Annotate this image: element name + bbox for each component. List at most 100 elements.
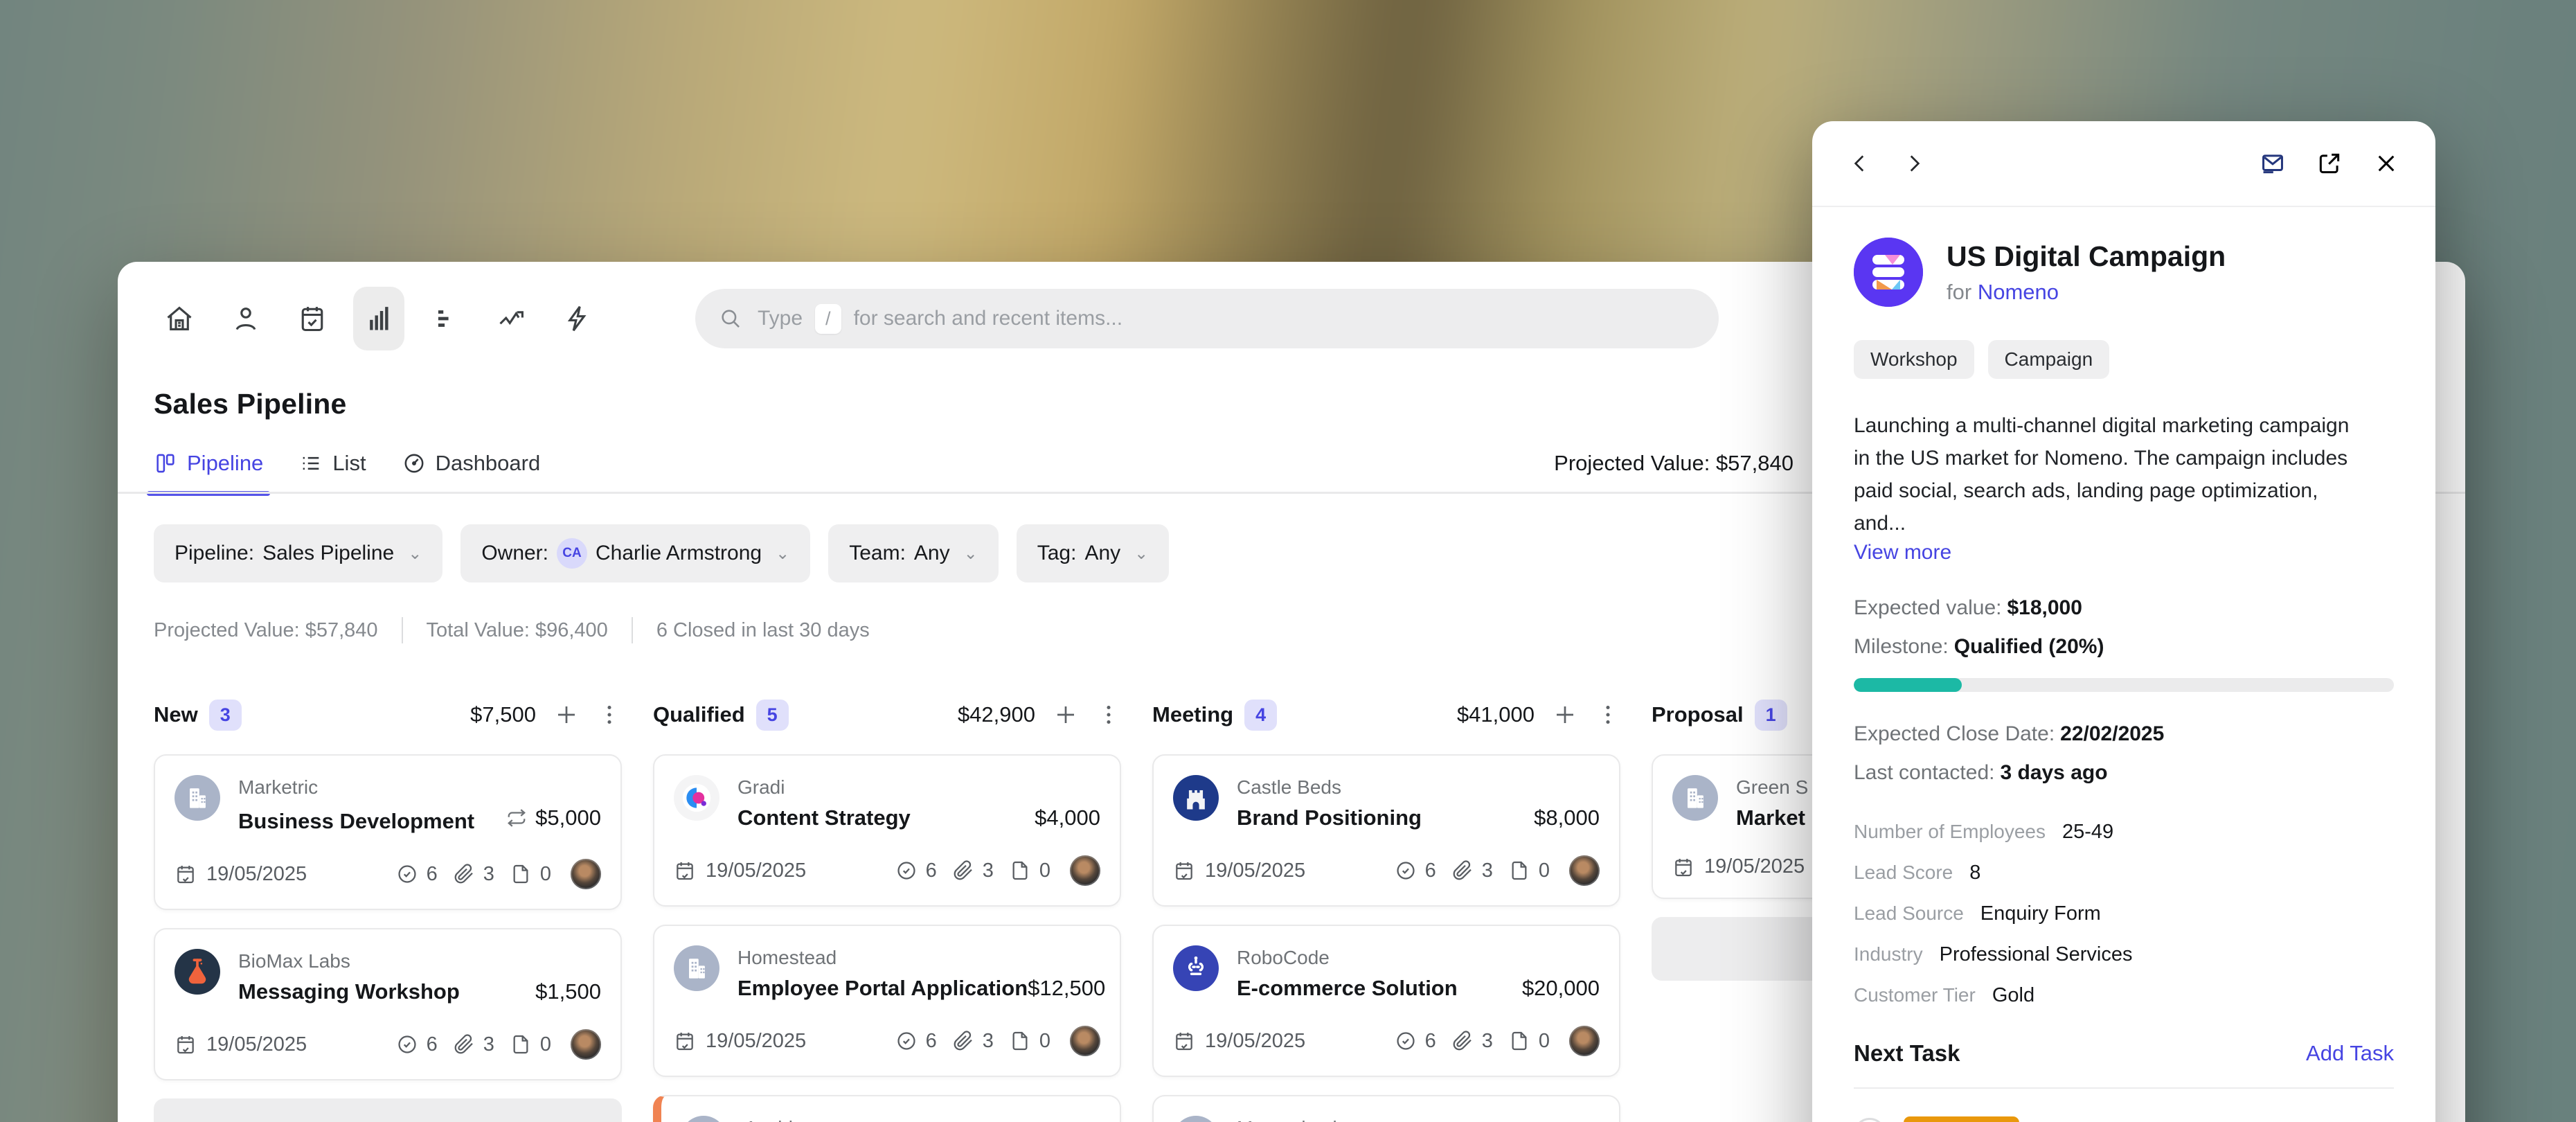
- company-name: Marketric: [238, 776, 601, 799]
- column-count-badge: 5: [756, 700, 789, 731]
- due-date: 19/05/2025: [1173, 1030, 1305, 1053]
- attribute-row: Industry Professional Services: [1854, 943, 2394, 966]
- filter-tag[interactable]: Tag: Any ⌄: [1017, 524, 1170, 582]
- notes-icon[interactable]: [420, 287, 471, 350]
- close-icon[interactable]: [2373, 150, 2399, 177]
- column-menu-icon[interactable]: [1096, 702, 1121, 727]
- contacts-icon[interactable]: [220, 287, 271, 350]
- task-type-badge: Follow-up: [1904, 1116, 2019, 1122]
- chevron-down-icon: ⌄: [408, 544, 422, 564]
- company-name: Homestead: [737, 947, 1100, 969]
- deal-card[interactable]: BioMax Labs Messaging Workshop $1,500 19…: [154, 928, 622, 1080]
- attribute-value: 8: [1969, 862, 1980, 884]
- column-menu-icon[interactable]: [597, 702, 622, 727]
- email-icon[interactable]: [2260, 150, 2286, 177]
- deal-description: Launching a multi-channel digital market…: [1854, 409, 2352, 540]
- assignee-avatar: [571, 1029, 601, 1060]
- milestone-progress-bar: [1854, 678, 2394, 692]
- check-circle-icon: [396, 1033, 418, 1056]
- attachments-count: 3: [983, 1030, 994, 1053]
- notes-count: 0: [540, 863, 551, 886]
- deal-value: $12,500: [1028, 976, 1105, 1001]
- company-logo: [175, 775, 220, 821]
- tab-dashboard[interactable]: Dashboard: [402, 451, 541, 494]
- back-icon[interactable]: [1848, 152, 1872, 175]
- assignee-avatar: [1070, 855, 1100, 886]
- company-name: RoboCode: [1237, 947, 1600, 969]
- notes-count: 0: [540, 1033, 551, 1056]
- owner-avatar: CA: [557, 538, 587, 569]
- attribute-label: Customer Tier: [1854, 984, 1976, 1006]
- card-footer: 19/05/2025 6 3 0: [1173, 855, 1600, 886]
- deal-card[interactable]: Marketric Business Development $5,000 19…: [154, 754, 622, 910]
- pipelines-icon[interactable]: [353, 287, 404, 350]
- deal-value: $4,000: [1035, 805, 1100, 830]
- tasks-icon[interactable]: [287, 287, 338, 350]
- attributes-list: Number of Employees 25-49 Lead Score 8 L…: [1854, 821, 2394, 1007]
- deal-card[interactable]: Aspirion: [653, 1095, 1121, 1122]
- column-count-badge: 1: [1755, 700, 1787, 731]
- assignee-avatar: [1569, 855, 1600, 886]
- deal-card[interactable]: Magnetized: [1152, 1095, 1620, 1122]
- automations-icon[interactable]: [553, 287, 604, 350]
- deal-title: Market: [1736, 805, 1805, 830]
- view-tabs: Pipeline List Dashboard Projected Value:…: [154, 451, 1794, 494]
- task-row: Follow-up Budget proposal: [1854, 1116, 2394, 1122]
- notes-count: 0: [1039, 1030, 1050, 1053]
- forward-icon[interactable]: [1902, 152, 1926, 175]
- card-footer: 19/05/2025 6 3 0: [674, 855, 1100, 886]
- assignee-avatar: [1070, 1026, 1100, 1056]
- search-input[interactable]: Type / for search and recent items...: [695, 289, 1719, 348]
- filter-pipeline[interactable]: Pipeline: Sales Pipeline ⌄: [154, 524, 442, 582]
- attribute-value: Professional Services: [1940, 943, 2133, 966]
- add-deal-icon[interactable]: [1053, 702, 1078, 727]
- attribute-value: Enquiry Form: [1980, 902, 2101, 925]
- company-logo: [1173, 1116, 1219, 1122]
- tab-pipeline[interactable]: Pipeline: [154, 451, 263, 494]
- tasks-count: 6: [427, 863, 438, 886]
- attachments-count: 3: [983, 860, 994, 882]
- column-menu-icon[interactable]: [1595, 702, 1620, 727]
- deal-card[interactable]: Gradi Content Strategy $4,000 19/05/2025…: [653, 754, 1121, 907]
- check-circle-icon: [396, 863, 418, 885]
- company-logo: [674, 775, 719, 821]
- tab-list[interactable]: List: [299, 451, 366, 494]
- attribute-label: Industry: [1854, 943, 1923, 965]
- deal-card[interactable]: RoboCode E-commerce Solution $20,000 19/…: [1152, 925, 1620, 1077]
- column-name: Meeting: [1152, 702, 1233, 727]
- deal-title: Brand Positioning: [1237, 805, 1422, 830]
- last-contacted-label: Last contacted:: [1854, 761, 1994, 784]
- stat-closed: 6 Closed in last 30 days: [656, 619, 870, 642]
- deal-card[interactable]: Castle Beds Brand Positioning $8,000 19/…: [1152, 754, 1620, 907]
- account-link[interactable]: Nomeno: [1978, 280, 2059, 304]
- deal-title: Content Strategy: [737, 805, 911, 830]
- milestone-label: Milestone:: [1854, 635, 1949, 658]
- due-date: 19/05/2025: [1173, 860, 1305, 882]
- calendar-icon: [674, 1030, 696, 1052]
- deal-card[interactable]: Homestead Employee Portal Application $1…: [653, 925, 1121, 1077]
- divider: [1854, 1087, 2394, 1089]
- task-checkbox[interactable]: [1854, 1118, 1886, 1122]
- view-more-link[interactable]: View more: [1854, 541, 1951, 564]
- deal-value: $8,000: [1534, 805, 1600, 830]
- activity-icon[interactable]: [486, 287, 537, 350]
- home-icon[interactable]: [154, 287, 205, 350]
- filter-owner[interactable]: Owner: CA Charlie Armstrong ⌄: [460, 524, 810, 582]
- calendar-icon: [1173, 1030, 1195, 1052]
- company-name: Castle Beds: [1237, 776, 1600, 799]
- add-deal-icon[interactable]: [554, 702, 579, 727]
- deal-company-logo: [1854, 238, 1923, 307]
- filter-team[interactable]: Team: Any ⌄: [828, 524, 999, 582]
- add-task-link[interactable]: Add Task: [2306, 1041, 2394, 1066]
- check-circle-icon: [895, 1030, 918, 1052]
- column-name: Proposal: [1652, 702, 1744, 727]
- open-external-icon[interactable]: [2316, 150, 2343, 177]
- add-deal-icon[interactable]: [1553, 702, 1577, 727]
- pipeline-column-meeting: Meeting 4 $41,000 Castle Beds Brand Posi…: [1152, 693, 1620, 1122]
- recurring-icon: [506, 808, 527, 828]
- company-name: Aspirion: [744, 1117, 1100, 1122]
- attribute-row: Customer Tier Gold: [1854, 984, 2394, 1007]
- add-card-button[interactable]: +: [154, 1098, 622, 1122]
- column-name: Qualified: [653, 702, 745, 727]
- tasks-count: 6: [926, 860, 937, 882]
